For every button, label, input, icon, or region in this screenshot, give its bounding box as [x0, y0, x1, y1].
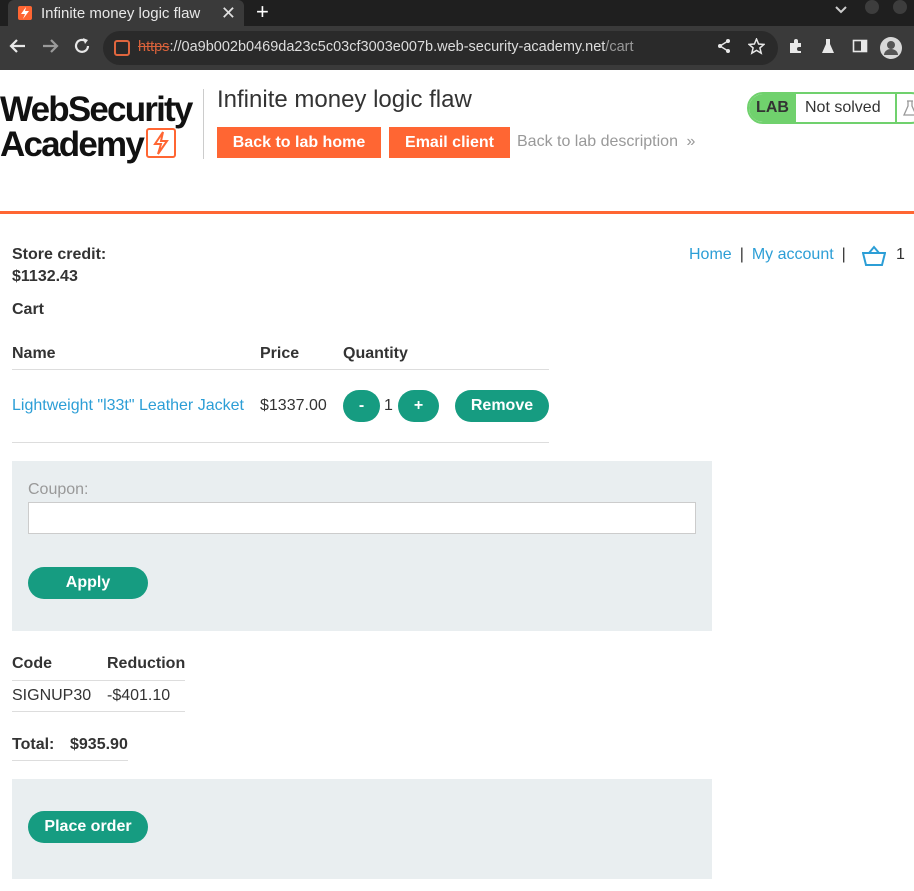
increment-quantity-button[interactable]: + — [398, 390, 439, 422]
header-divider — [203, 89, 204, 159]
tab-close-icon[interactable]: ✕ — [221, 2, 236, 24]
url-scheme: https — [138, 39, 170, 55]
my-account-link[interactable]: My account — [752, 246, 834, 263]
coupon-label: Coupon: — [28, 481, 89, 498]
apply-coupon-button[interactable]: Apply — [28, 567, 148, 599]
lab-flask-icon — [902, 100, 914, 121]
logo-text-line2: Academy — [0, 125, 145, 164]
coupon-input[interactable] — [28, 502, 696, 534]
labs-flask-icon[interactable] — [819, 38, 837, 56]
lab-title: Infinite money logic flaw — [217, 86, 472, 113]
forward-arrow-icon[interactable] — [40, 36, 60, 62]
store-credit-label: Store credit: — [12, 246, 107, 263]
lab-tag: LAB — [749, 94, 796, 122]
url-path: /cart — [605, 39, 634, 55]
store-credit-value: $1132.43 — [12, 268, 78, 285]
portswigger-favicon-icon — [18, 6, 32, 20]
top-nav: Home | My account | — [689, 246, 854, 264]
home-link[interactable]: Home — [689, 246, 732, 263]
browser-toolbar: https://0a9b002b0469da23c5c03cf3003e007b… — [0, 26, 914, 70]
bookmark-star-icon[interactable] — [746, 37, 766, 56]
column-header-quantity: Quantity — [343, 345, 408, 362]
discount-header-reduction: Reduction — [107, 655, 186, 672]
nav-separator: | — [841, 246, 846, 263]
back-arrow-icon[interactable] — [8, 36, 28, 62]
discount-row-rule — [12, 711, 185, 712]
column-header-name: Name — [12, 345, 56, 362]
logo-flash-icon — [146, 128, 176, 158]
url-host: ://0a9b002b0469da23c5c03cf3003e007b.web-… — [169, 39, 606, 55]
remove-item-button[interactable]: Remove — [455, 390, 549, 422]
tab-title: Infinite money logic flaw — [41, 4, 201, 22]
side-panel-icon[interactable] — [851, 38, 869, 56]
not-secure-icon[interactable] — [114, 40, 130, 56]
cart-heading: Cart — [12, 301, 45, 318]
coupon-form — [12, 461, 712, 631]
browser-tab-strip: Infinite money logic flaw ✕ + — [0, 0, 914, 26]
nav-separator: | — [739, 246, 744, 263]
logo-text-line1: WebSecurity — [0, 90, 193, 129]
table-header-rule — [12, 369, 549, 370]
cart-basket-icon[interactable] — [861, 245, 887, 267]
header-orange-rule — [0, 211, 914, 214]
lab-status-text: Not solved — [805, 99, 881, 116]
column-header-price: Price — [260, 345, 300, 362]
discount-header-rule — [12, 680, 185, 681]
browser-tab[interactable]: Infinite money logic flaw ✕ — [8, 0, 244, 26]
table-row-rule — [12, 442, 549, 443]
quantity-value: 1 — [384, 397, 393, 414]
product-price: $1337.00 — [260, 397, 327, 414]
lab-status-separator — [895, 94, 897, 122]
lab-status-widget: LAB Not solved — [747, 92, 914, 124]
url-text: https://0a9b002b0469da23c5c03cf3003e007b… — [138, 39, 634, 55]
window-minimize-icon[interactable] — [865, 0, 879, 14]
discount-code: SIGNUP30 — [12, 687, 92, 704]
total-value: $935.90 — [70, 736, 128, 753]
window-maximize-icon[interactable] — [893, 0, 907, 14]
profile-avatar-icon[interactable] — [880, 37, 902, 59]
extensions-icon[interactable] — [787, 38, 805, 56]
discount-header-code: Code — [12, 655, 52, 672]
place-order-button[interactable]: Place order — [28, 811, 148, 843]
tab-search-icon[interactable] — [834, 2, 848, 19]
discount-reduction: -$401.10 — [107, 687, 171, 704]
product-link[interactable]: Lightweight "l33t" Leather Jacket — [12, 397, 244, 415]
address-bar[interactable]: https://0a9b002b0469da23c5c03cf3003e007b… — [103, 31, 778, 65]
email-client-button[interactable]: Email client — [389, 127, 510, 158]
decrement-quantity-button[interactable]: - — [343, 390, 380, 422]
total-label: Total: — [12, 736, 55, 753]
back-to-lab-home-button[interactable]: Back to lab home — [217, 127, 381, 158]
chevron-right-icon: » — [686, 133, 696, 150]
back-to-lab-description-label: Back to lab description — [517, 133, 678, 150]
share-icon[interactable] — [715, 38, 733, 56]
reload-icon[interactable] — [72, 36, 92, 62]
total-rule — [12, 760, 128, 761]
cart-count: 1 — [896, 246, 905, 263]
back-to-lab-description-link[interactable]: Back to lab description » — [517, 133, 695, 151]
new-tab-icon[interactable]: + — [256, 0, 269, 24]
web-security-academy-logo[interactable]: WebSecurity Academy — [0, 90, 200, 164]
